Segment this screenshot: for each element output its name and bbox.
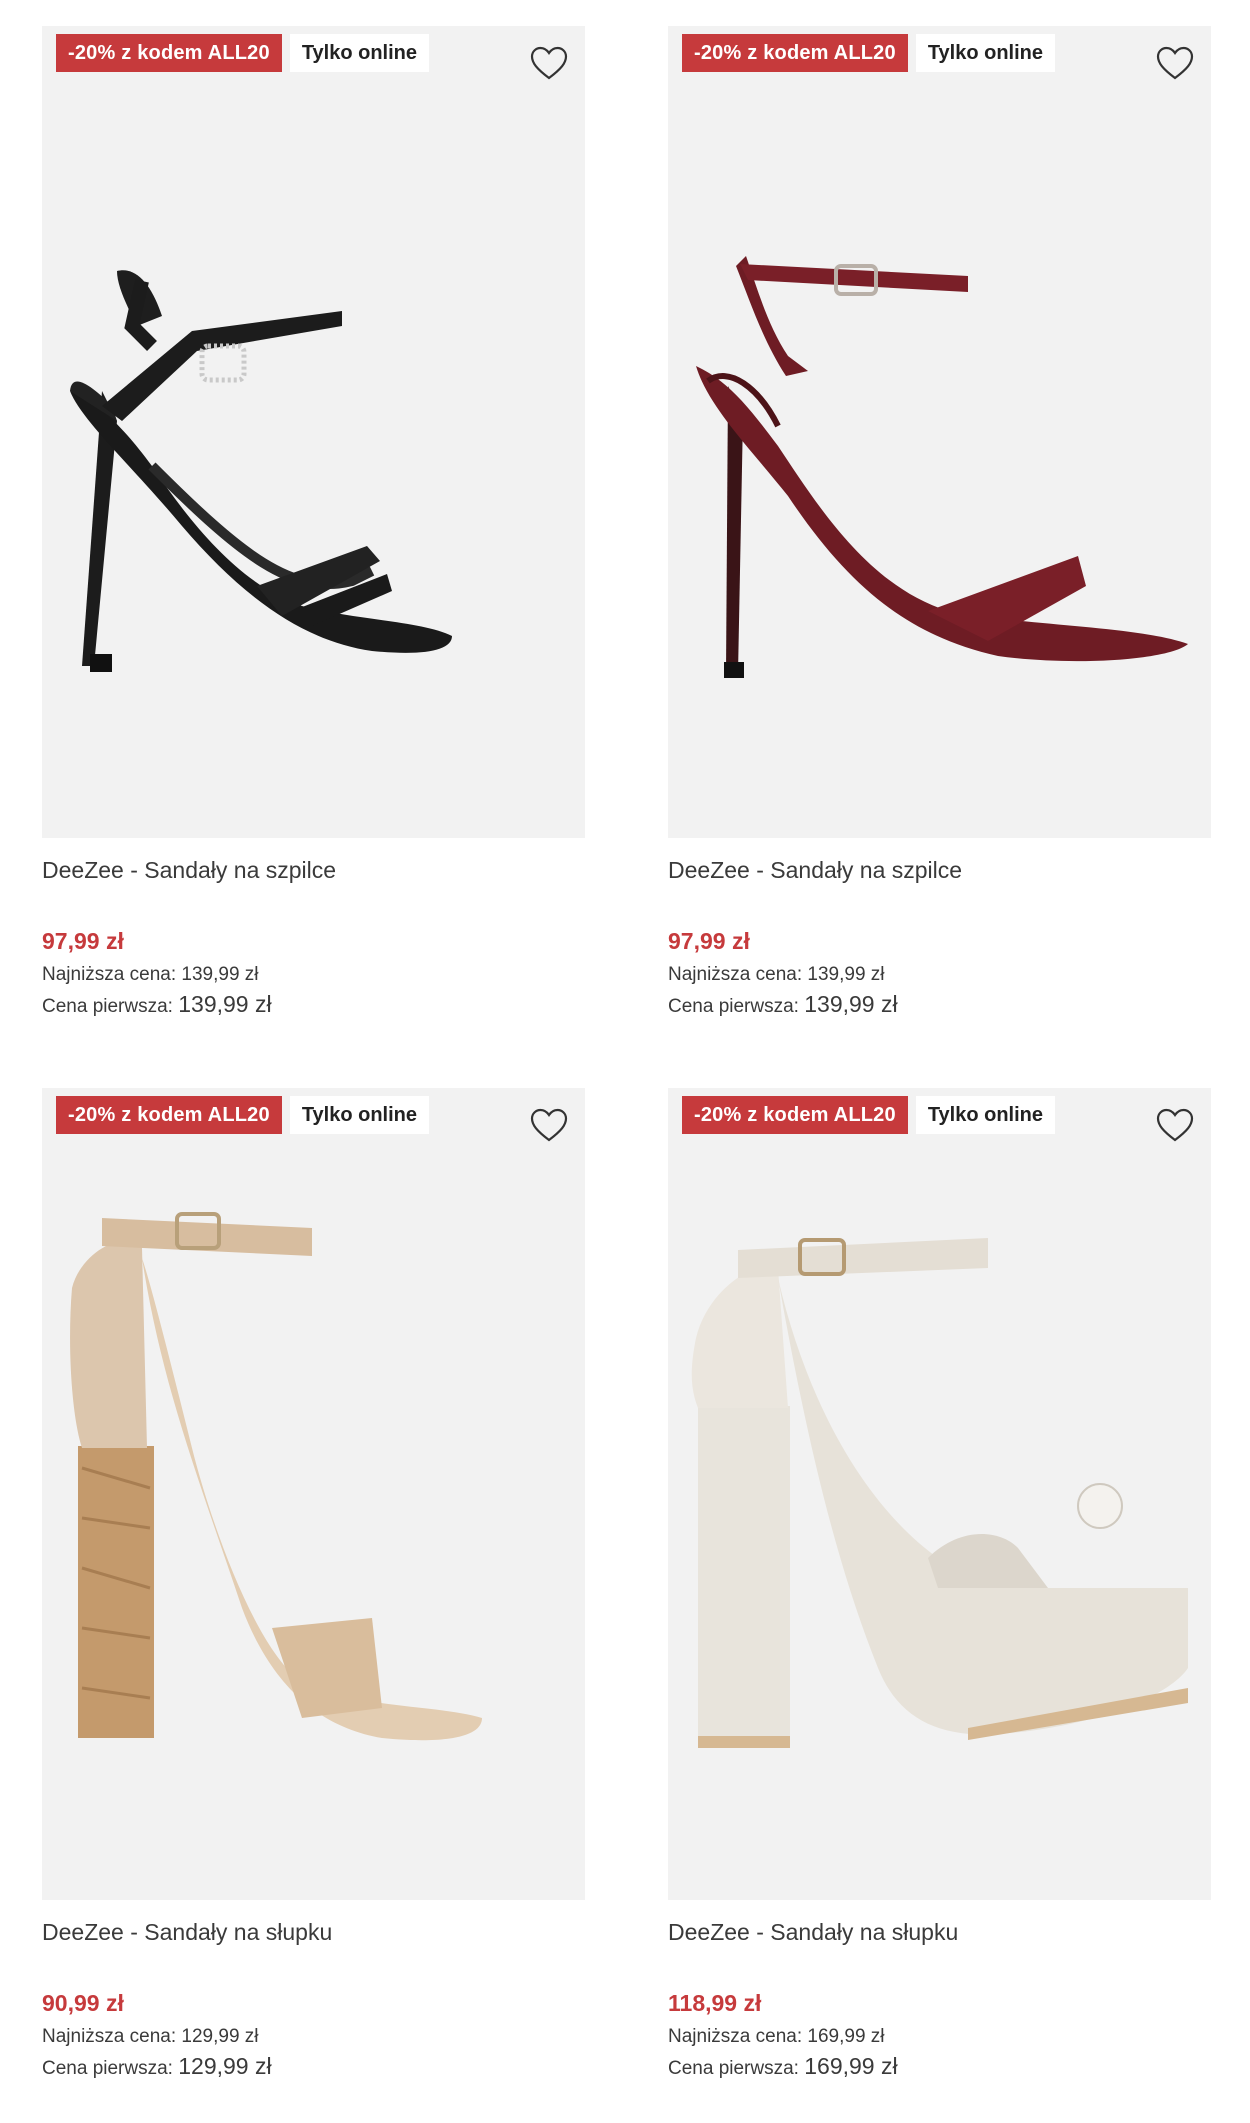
product-name[interactable]: DeeZee - Sandały na szpilce: [42, 854, 585, 886]
product-card[interactable]: -20% z kodem ALL20 Tylko online DeeZee -…: [668, 26, 1211, 1021]
first-price: Cena pierwsza: 139,99 zł: [668, 990, 1211, 1021]
product-card[interactable]: -20% z kodem ALL20 Tylko online DeeZee -…: [42, 1088, 585, 2083]
black-stiletto-sandal-image: [70, 270, 452, 672]
lowest-price: Najniższa cena: 129,99 zł: [42, 2024, 585, 2050]
lowest-price-label: Najniższa cena:: [42, 964, 177, 985]
promo-badge: -20% z kodem ALL20: [56, 1096, 282, 1134]
lowest-price-value: 169,99 zł: [807, 2026, 885, 2047]
online-only-badge: Tylko online: [915, 34, 1056, 72]
lowest-price-label: Najniższa cena:: [668, 2026, 803, 2047]
product-name[interactable]: DeeZee - Sandały na słupku: [42, 1916, 585, 1948]
cream-platform-sandal-image: [691, 1238, 1188, 1748]
lowest-price: Najniższa cena: 169,99 zł: [668, 2024, 1211, 2050]
first-price: Cena pierwsza: 169,99 zł: [668, 2052, 1211, 2083]
lowest-price-value: 139,99 zł: [807, 964, 885, 985]
promo-badge: -20% z kodem ALL20: [682, 34, 908, 72]
lowest-price-value: 139,99 zł: [181, 964, 259, 985]
beige-cork-block-heel-sandal-image: [70, 1212, 482, 1741]
heart-icon[interactable]: [529, 1106, 569, 1146]
first-price-value: 139,99 zł: [804, 991, 898, 1017]
product-image[interactable]: -20% z kodem ALL20 Tylko online: [42, 26, 585, 838]
heart-icon[interactable]: [1155, 44, 1195, 84]
first-price-value: 129,99 zł: [178, 2053, 272, 2079]
lowest-price: Najniższa cena: 139,99 zł: [668, 962, 1211, 988]
first-price: Cena pierwsza: 139,99 zł: [42, 990, 585, 1021]
product-price: 97,99 zł: [42, 928, 124, 954]
first-price-label: Cena pierwsza:: [42, 996, 173, 1017]
promo-badge: -20% z kodem ALL20: [682, 1096, 908, 1134]
product-price: 90,99 zł: [42, 1990, 124, 2016]
product-card[interactable]: -20% z kodem ALL20 Tylko online DeeZee -…: [42, 26, 585, 1021]
product-name[interactable]: DeeZee - Sandały na słupku: [668, 1916, 1211, 1948]
product-card[interactable]: -20% z kodem ALL20 Tylko online DeeZee -…: [668, 1088, 1211, 2083]
product-price: 97,99 zł: [668, 928, 750, 954]
heart-icon[interactable]: [529, 44, 569, 84]
first-price: Cena pierwsza: 129,99 zł: [42, 2052, 585, 2083]
lowest-price: Najniższa cena: 139,99 zł: [42, 962, 585, 988]
heart-icon[interactable]: [1155, 1106, 1195, 1146]
product-image[interactable]: -20% z kodem ALL20 Tylko online: [42, 1088, 585, 1900]
online-only-badge: Tylko online: [289, 1096, 430, 1134]
product-image[interactable]: -20% z kodem ALL20 Tylko online: [668, 26, 1211, 838]
first-price-label: Cena pierwsza:: [42, 2058, 173, 2079]
lowest-price-label: Najniższa cena:: [668, 964, 803, 985]
online-only-badge: Tylko online: [915, 1096, 1056, 1134]
first-price-value: 139,99 zł: [178, 991, 272, 1017]
product-image[interactable]: -20% z kodem ALL20 Tylko online: [668, 1088, 1211, 1900]
burgundy-stiletto-sandal-image: [696, 256, 1188, 678]
first-price-label: Cena pierwsza:: [668, 2058, 799, 2079]
first-price-value: 169,99 zł: [804, 2053, 898, 2079]
product-price: 118,99 zł: [668, 1990, 762, 2016]
promo-badge: -20% z kodem ALL20: [56, 34, 282, 72]
lowest-price-value: 129,99 zł: [181, 2026, 259, 2047]
first-price-label: Cena pierwsza:: [668, 996, 799, 1017]
lowest-price-label: Najniższa cena:: [42, 2026, 177, 2047]
product-name[interactable]: DeeZee - Sandały na szpilce: [668, 854, 1211, 886]
online-only-badge: Tylko online: [289, 34, 430, 72]
